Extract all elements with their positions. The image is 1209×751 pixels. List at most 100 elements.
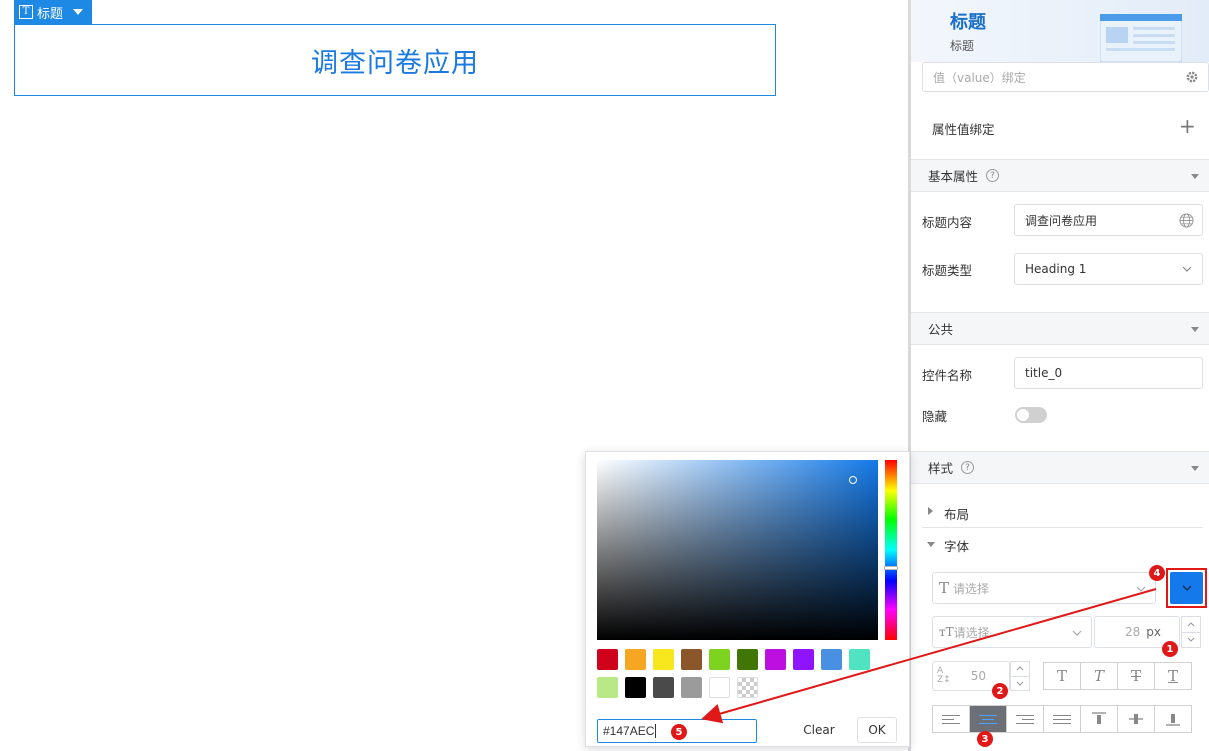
help-icon[interactable]: ? xyxy=(961,461,975,474)
hue-slider-thumb[interactable] xyxy=(884,566,898,570)
component-tag[interactable]: T 标题 xyxy=(14,0,92,24)
align-right-button[interactable] xyxy=(1006,705,1044,733)
control-name-value: title_0 xyxy=(1025,366,1063,380)
control-name-input[interactable]: title_0 xyxy=(1014,357,1203,389)
align-center-icon xyxy=(979,714,997,724)
component-illustration xyxy=(1100,14,1182,62)
panel-subtitle: 标题 xyxy=(950,39,975,53)
font-size-unit: px xyxy=(1146,625,1161,639)
annotation-badge-3: 3 xyxy=(977,731,993,747)
title-component[interactable]: 调查问卷应用 xyxy=(14,24,776,96)
caret-down-icon[interactable] xyxy=(73,9,84,15)
color-swatch[interactable] xyxy=(653,649,674,670)
collapse-icon[interactable] xyxy=(1191,327,1199,332)
color-swatch[interactable] xyxy=(625,649,646,670)
color-swatch[interactable] xyxy=(737,677,758,698)
value-binding-field[interactable]: 值（value）绑定 xyxy=(922,62,1209,92)
plus-icon[interactable]: + xyxy=(1179,116,1196,136)
font-size-value: 28 xyxy=(1125,625,1141,639)
help-icon[interactable]: ? xyxy=(986,169,1000,182)
underline-button[interactable]: T xyxy=(1154,662,1192,690)
hidden-toggle[interactable] xyxy=(1015,407,1047,423)
ok-button[interactable]: OK xyxy=(857,717,897,743)
line-height-icon: A Z↕ xyxy=(937,666,951,685)
font-family-select[interactable]: T 请选择 xyxy=(932,572,1156,604)
font-icon: T xyxy=(939,579,950,597)
color-swatch[interactable] xyxy=(681,677,702,698)
chevron-down-icon xyxy=(1182,266,1192,272)
globe-icon[interactable] xyxy=(1179,213,1194,228)
chevron-down-icon xyxy=(1072,630,1082,636)
panel-header: 标题 标题 xyxy=(911,0,1209,62)
align-middle-icon xyxy=(1129,714,1143,724)
color-swatch[interactable] xyxy=(765,649,786,670)
align-bottom-icon xyxy=(1166,714,1180,726)
section-basic[interactable]: 基本属性 ? xyxy=(911,159,1209,192)
font-label[interactable]: 字体 xyxy=(944,536,969,555)
align-left-button[interactable] xyxy=(932,705,970,733)
title-text: 调查问卷应用 xyxy=(311,47,479,79)
align-justify-icon xyxy=(1053,714,1071,724)
collapse-icon[interactable] xyxy=(1191,174,1199,179)
expand-icon[interactable] xyxy=(928,507,933,515)
section-common[interactable]: 公共 xyxy=(911,312,1209,345)
color-swatch[interactable] xyxy=(681,649,702,670)
line-height-value: 50 xyxy=(970,669,986,683)
annotation-badge-5: 5 xyxy=(671,724,687,740)
title-type-label: 标题类型 xyxy=(922,263,973,278)
saturation-value-area[interactable] xyxy=(597,460,878,640)
text-normal-icon: T xyxy=(1056,667,1067,685)
color-swatch[interactable] xyxy=(653,677,674,698)
line-height-stepper[interactable] xyxy=(1010,661,1030,691)
title-content-label: 标题内容 xyxy=(922,215,973,230)
annotation-badge-2: 2 xyxy=(992,683,1008,699)
decrement-button[interactable] xyxy=(1182,633,1200,648)
align-middle-button[interactable] xyxy=(1117,705,1155,733)
title-content-value: 调查问卷应用 xyxy=(1025,213,1098,228)
color-swatch[interactable] xyxy=(709,649,730,670)
color-swatch[interactable] xyxy=(597,649,618,670)
strikethrough-button[interactable]: T xyxy=(1117,662,1155,690)
section-style[interactable]: 样式 ? xyxy=(911,451,1209,484)
color-swatch[interactable] xyxy=(597,677,618,698)
underline-icon: T xyxy=(1167,667,1178,685)
color-picker: #147AEC Clear OK xyxy=(585,451,910,747)
align-top-icon xyxy=(1092,712,1106,724)
align-top-button[interactable] xyxy=(1080,705,1118,733)
panel-title: 标题 xyxy=(950,12,986,33)
annotation-badge-1: 1 xyxy=(1162,641,1178,657)
color-swatch[interactable] xyxy=(737,649,758,670)
color-swatch[interactable] xyxy=(793,649,814,670)
color-cursor[interactable] xyxy=(849,476,857,484)
align-bottom-button[interactable] xyxy=(1154,705,1192,733)
clear-button[interactable]: Clear xyxy=(794,718,844,742)
gear-icon[interactable] xyxy=(1185,70,1199,84)
title-content-input[interactable]: 调查问卷应用 xyxy=(1014,204,1203,236)
color-swatch[interactable] xyxy=(821,649,842,670)
font-size-select[interactable]: тT 请选择 xyxy=(932,616,1092,648)
attr-binding-label: 属性值绑定 xyxy=(932,122,995,137)
chevron-down-icon xyxy=(1182,585,1191,591)
hue-slider[interactable] xyxy=(885,460,897,640)
chevron-up-icon xyxy=(1016,666,1024,671)
layout-label[interactable]: 布局 xyxy=(944,504,969,523)
font-color-button[interactable] xyxy=(1170,572,1203,604)
decrement-button[interactable] xyxy=(1011,677,1029,691)
align-center-button[interactable] xyxy=(969,705,1007,733)
divider xyxy=(922,527,1203,528)
font-size-stepper[interactable] xyxy=(1181,616,1201,648)
align-justify-button[interactable] xyxy=(1043,705,1081,733)
italic-button[interactable]: T xyxy=(1080,662,1118,690)
normal-text-button[interactable]: T xyxy=(1043,662,1081,690)
title-type-select[interactable]: Heading 1 xyxy=(1014,253,1203,285)
hidden-label: 隐藏 xyxy=(922,409,948,424)
align-right-icon xyxy=(1016,714,1034,724)
increment-button[interactable] xyxy=(1182,617,1200,633)
color-swatch[interactable] xyxy=(625,677,646,698)
collapse-icon[interactable] xyxy=(1191,466,1199,471)
chevron-down-icon xyxy=(1187,637,1195,642)
increment-button[interactable] xyxy=(1011,662,1029,677)
collapse-icon[interactable] xyxy=(927,542,935,547)
color-swatch[interactable] xyxy=(709,677,730,698)
color-swatch[interactable] xyxy=(849,649,870,670)
